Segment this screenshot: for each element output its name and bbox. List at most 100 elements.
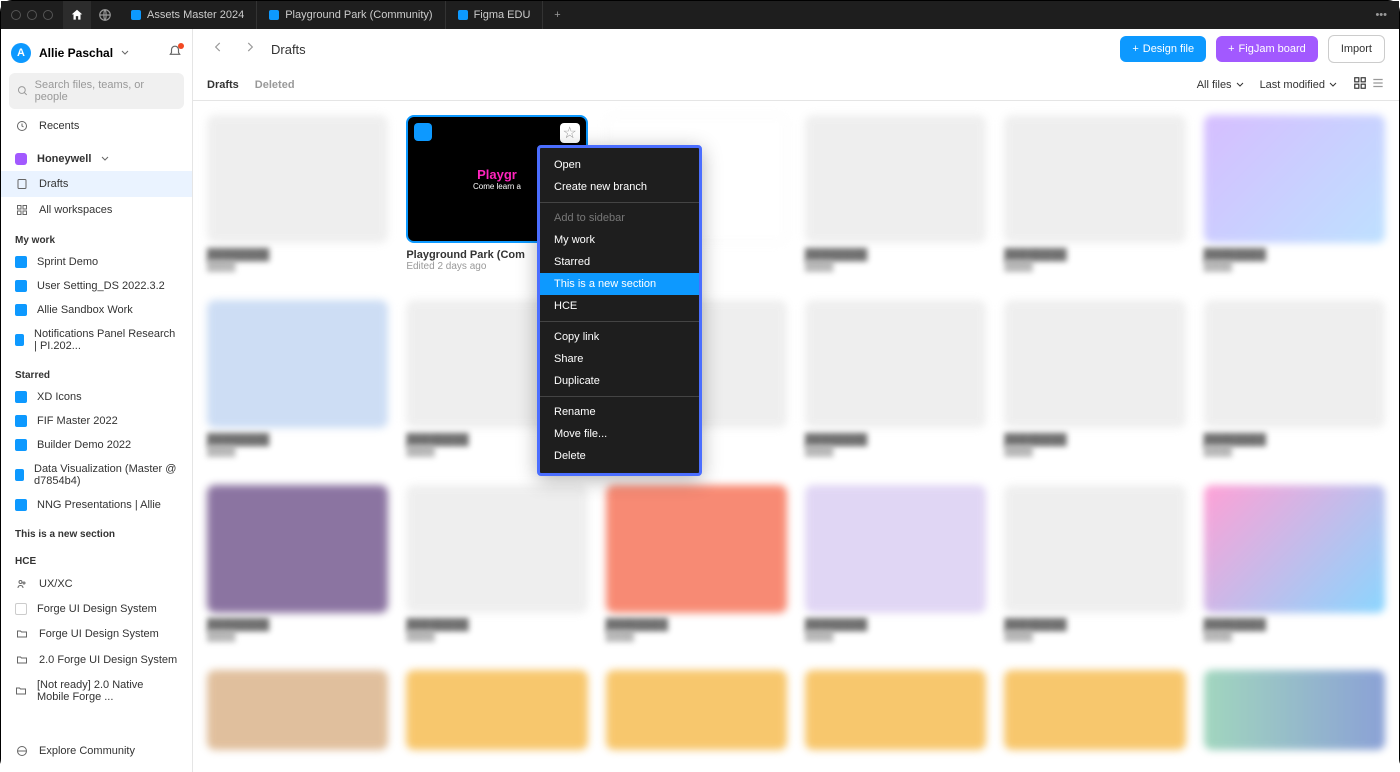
file-type-icon — [414, 123, 432, 141]
file-icon — [15, 391, 27, 403]
context-menu: Open Create new branch Add to sidebar My… — [537, 145, 702, 476]
chevron-down-icon — [121, 49, 129, 57]
plus-icon: + — [1228, 43, 1234, 55]
filter-files[interactable]: All files — [1197, 79, 1244, 91]
file-icon — [15, 499, 27, 511]
sidebar-recents[interactable]: Recents — [1, 113, 192, 139]
sidebar-item[interactable]: Allie Sandbox Work — [1, 298, 192, 322]
sidebar-item[interactable]: Notifications Panel Research | PI.202... — [1, 322, 192, 358]
app-menu-button[interactable]: ••• — [1363, 9, 1399, 21]
menu-move[interactable]: Move file... — [540, 423, 699, 445]
sidebar-item[interactable]: UX/XC — [1, 571, 192, 597]
menu-open[interactable]: Open — [540, 154, 699, 176]
breadcrumb: Drafts — [271, 42, 306, 57]
sidebar-item[interactable]: Forge UI Design System — [1, 597, 192, 621]
grid-icon — [1353, 76, 1367, 90]
menu-copy-link[interactable]: Copy link — [540, 326, 699, 348]
community-tab[interactable] — [91, 1, 119, 29]
menu-create-branch[interactable]: Create new branch — [540, 176, 699, 198]
window-controls — [1, 10, 63, 20]
menu-starred[interactable]: Starred — [540, 251, 699, 273]
sidebar-label: Honeywell — [37, 153, 91, 165]
minimize-window[interactable] — [27, 10, 37, 20]
explore-community[interactable]: Explore Community — [1, 738, 192, 764]
nav-forward[interactable] — [239, 36, 261, 63]
tab-drafts[interactable]: Drafts — [207, 79, 239, 91]
folder-icon — [15, 684, 27, 698]
main-content: Drafts +Design file + FigJam board Import… — [193, 29, 1399, 772]
new-figjam-button[interactable]: + FigJam board — [1216, 36, 1318, 62]
sidebar-label: Sprint Demo — [37, 256, 98, 268]
sidebar-label: Recents — [39, 120, 79, 132]
home-icon — [70, 8, 84, 22]
plus-icon: + — [1132, 43, 1138, 55]
grid-view-button[interactable] — [1353, 76, 1367, 93]
sidebar-label: Notifications Panel Research | PI.202... — [34, 328, 178, 352]
tab-label: Figma EDU — [474, 9, 531, 21]
menu-new-section[interactable]: This is a new section — [540, 273, 699, 295]
search-icon — [17, 85, 29, 97]
import-button[interactable]: Import — [1328, 35, 1385, 63]
menu-hce[interactable]: HCE — [540, 295, 699, 317]
sidebar-label: Explore Community — [39, 745, 135, 757]
people-icon — [15, 577, 29, 591]
sidebar-label: UX/XC — [39, 578, 73, 590]
sidebar-item[interactable]: 2.0 Forge UI Design System — [1, 647, 192, 673]
list-icon — [1371, 76, 1385, 90]
sidebar-label: Data Visualization (Master @ d7854b4) — [34, 463, 178, 487]
thumb-title: Playgr — [477, 167, 517, 182]
menu-delete[interactable]: Delete — [540, 445, 699, 467]
menu-rename[interactable]: Rename — [540, 401, 699, 423]
thumb-subtitle: Come learn a — [473, 182, 521, 191]
sidebar-drafts[interactable]: Drafts — [1, 171, 192, 197]
chevron-down-icon — [1329, 81, 1337, 89]
tab-label: Playground Park (Community) — [285, 9, 432, 21]
sidebar-workspaces[interactable]: All workspaces — [1, 197, 192, 223]
figma-file-icon — [131, 10, 141, 20]
tab-figma-edu[interactable]: Figma EDU — [446, 1, 544, 29]
user-menu[interactable]: A Allie Paschal — [1, 37, 192, 69]
search-input[interactable]: Search files, teams, or people — [9, 73, 184, 109]
nav-back[interactable] — [207, 36, 229, 63]
sidebar-label: Allie Sandbox Work — [37, 304, 133, 316]
notifications-button[interactable] — [168, 45, 182, 62]
folder-icon — [15, 627, 29, 641]
sidebar-item[interactable]: Builder Demo 2022 — [1, 433, 192, 457]
header: Drafts +Design file + FigJam board Import — [193, 29, 1399, 69]
tabbar: Drafts Deleted All files Last modified — [193, 69, 1399, 101]
sidebar-item[interactable]: NNG Presentations | Allie — [1, 493, 192, 517]
file-icon — [15, 256, 27, 268]
sidebar-item[interactable]: [Not ready] 2.0 Native Mobile Forge ... — [1, 673, 192, 709]
menu-mywork[interactable]: My work — [540, 229, 699, 251]
sidebar-item[interactable]: Data Visualization (Master @ d7854b4) — [1, 457, 192, 493]
clock-icon — [15, 119, 29, 133]
sidebar-item[interactable]: Sprint Demo — [1, 250, 192, 274]
new-design-button[interactable]: +Design file — [1120, 36, 1206, 62]
sidebar-label: 2.0 Forge UI Design System — [39, 654, 177, 666]
close-window[interactable] — [11, 10, 21, 20]
menu-duplicate[interactable]: Duplicate — [540, 370, 699, 392]
section-mywork: My work — [1, 223, 192, 250]
sidebar-item[interactable]: XD Icons — [1, 385, 192, 409]
file-icon — [15, 304, 27, 316]
figma-file-icon — [269, 10, 279, 20]
home-tab[interactable] — [63, 1, 91, 29]
list-view-button[interactable] — [1371, 76, 1385, 93]
maximize-window[interactable] — [43, 10, 53, 20]
sidebar-org[interactable]: Honeywell — [1, 147, 192, 171]
sidebar-item[interactable]: FIF Master 2022 — [1, 409, 192, 433]
file-grid: ████████████ ☆ Playgr Come learn a Playg… — [193, 101, 1399, 772]
menu-share[interactable]: Share — [540, 348, 699, 370]
filter-sort[interactable]: Last modified — [1260, 79, 1337, 91]
tab-assets-master[interactable]: Assets Master 2024 — [119, 1, 257, 29]
button-label: FigJam board — [1239, 43, 1306, 55]
globe-icon — [98, 8, 112, 22]
favorite-button[interactable]: ☆ — [560, 123, 580, 143]
sidebar-item[interactable]: User Setting_DS 2022.3.2 — [1, 274, 192, 298]
tab-playground-park[interactable]: Playground Park (Community) — [257, 1, 445, 29]
tab-deleted[interactable]: Deleted — [255, 79, 295, 91]
sidebar-item[interactable]: Forge UI Design System — [1, 621, 192, 647]
new-tab-button[interactable]: + — [543, 1, 571, 29]
sidebar-label: XD Icons — [37, 391, 82, 403]
bell-icon — [168, 45, 182, 59]
